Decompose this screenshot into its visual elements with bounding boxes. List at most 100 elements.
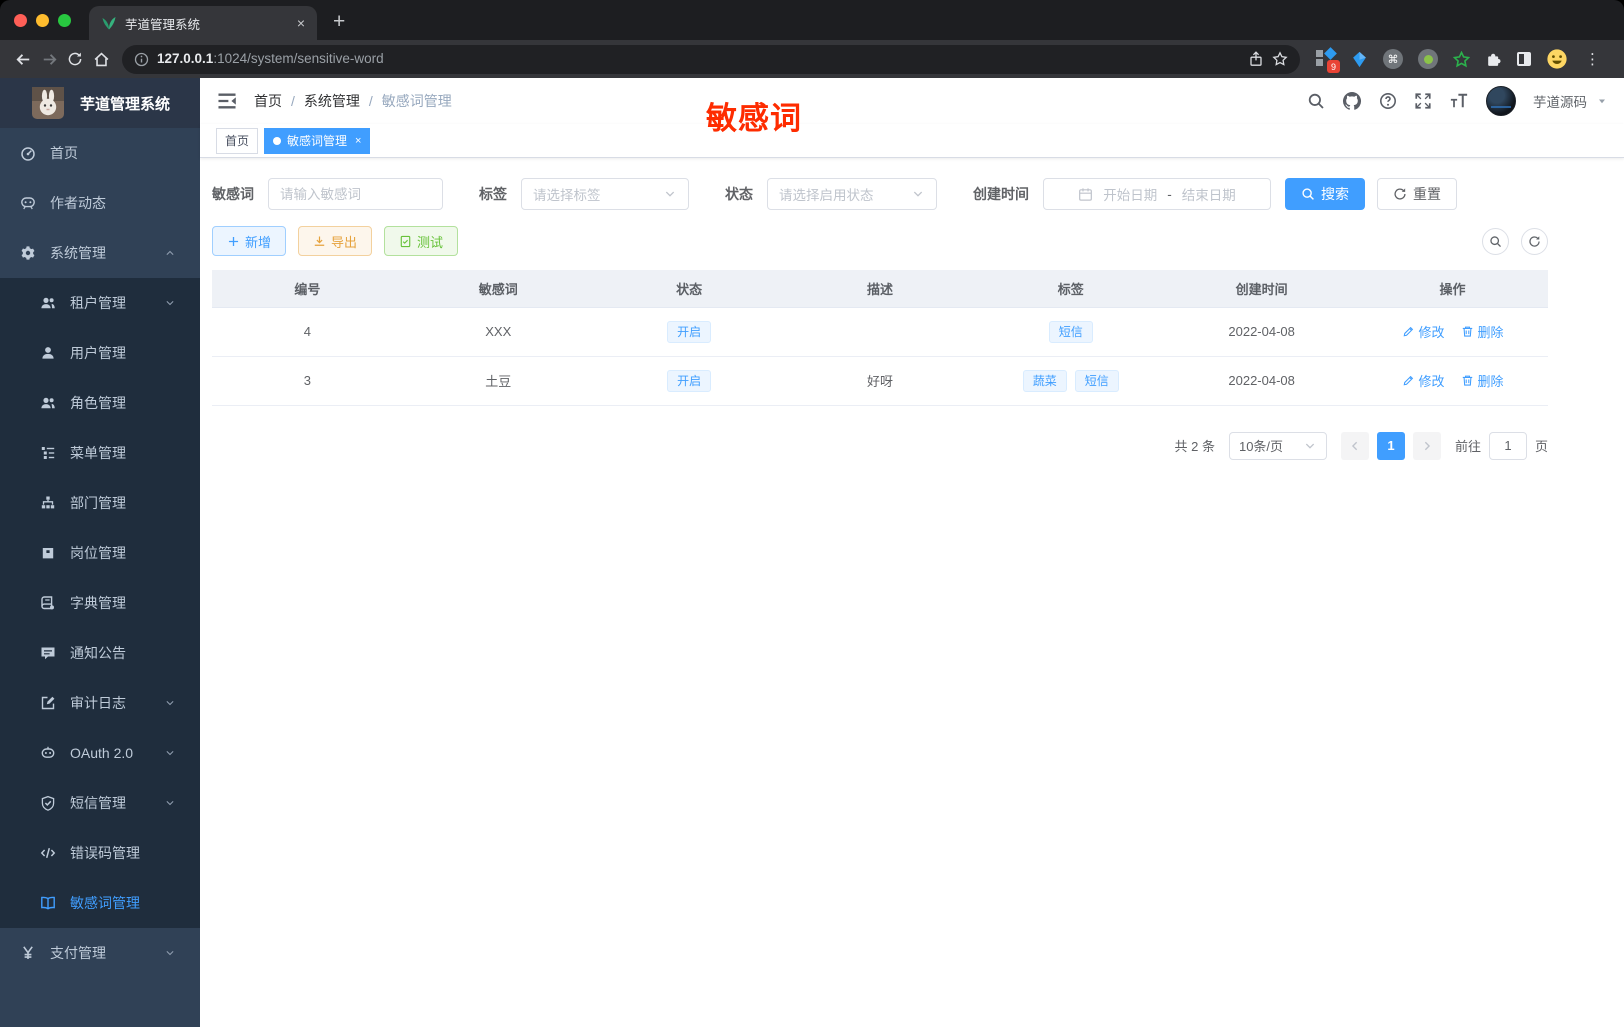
breadcrumb-home[interactable]: 首页 <box>254 91 282 111</box>
status-label: 状态 <box>725 186 753 202</box>
fullscreen-icon[interactable] <box>1414 92 1432 110</box>
help-icon[interactable] <box>1379 92 1397 110</box>
reload-icon[interactable] <box>62 46 88 72</box>
reset-button[interactable]: 重置 <box>1377 178 1457 210</box>
page-number-1[interactable]: 1 <box>1376 431 1405 460</box>
maximize-window-button[interactable] <box>58 14 71 27</box>
status-select[interactable]: 请选择启用状态 <box>767 178 937 210</box>
header-search-icon[interactable] <box>1307 92 1325 110</box>
back-icon[interactable] <box>10 46 36 72</box>
col-description: 描述 <box>784 270 976 308</box>
sidebar-item-error-code[interactable]: 错误码管理 <box>0 828 200 878</box>
page-unit-label: 页 <box>1534 439 1548 454</box>
favicon-leaf-icon <box>101 15 117 31</box>
navbar: 首页 / 系统管理 / 敏感词管理 芋道源码 <box>200 78 1624 124</box>
tab-manager-extension-icon[interactable]: 9 <box>1316 47 1340 73</box>
sidebar-item-sms[interactable]: 短信管理 <box>0 778 200 828</box>
log-icon <box>40 695 56 711</box>
extensions-puzzle-icon[interactable] <box>1485 51 1502 68</box>
font-size-icon[interactable] <box>1449 91 1469 111</box>
date-range-picker[interactable]: 开始日期 - 结束日期 <box>1043 178 1271 210</box>
edit-link[interactable]: 修改 <box>1402 371 1445 390</box>
filter-form: 敏感词 标签 请选择标签 状态 <box>212 178 1548 210</box>
delete-link[interactable]: 删除 <box>1461 322 1504 341</box>
sidebar-item-department[interactable]: 部门管理 <box>0 478 200 528</box>
user-icon <box>40 345 56 361</box>
breadcrumb: 首页 / 系统管理 / 敏感词管理 <box>254 91 452 111</box>
sidebar-item-author-news[interactable]: 作者动态 <box>0 178 200 228</box>
address-bar[interactable]: 127.0.0.1:1024/system/sensitive-word <box>122 44 1300 74</box>
home-icon[interactable] <box>88 46 114 72</box>
user-menu-caret-icon[interactable] <box>1596 95 1608 107</box>
browser-menu-icon[interactable]: ⋮ <box>1583 50 1606 68</box>
dictionary-icon <box>40 595 56 611</box>
next-page-button[interactable] <box>1412 431 1441 460</box>
document-check-icon <box>399 235 412 248</box>
chevron-down-icon <box>164 797 176 809</box>
prev-page-button[interactable] <box>1340 431 1369 460</box>
test-button[interactable]: 测试 <box>384 226 459 256</box>
tab-close-icon[interactable]: × <box>297 16 305 30</box>
keyword-input-wrap <box>268 178 443 210</box>
bookmark-star-icon[interactable] <box>1272 51 1288 67</box>
tag-sensitive-word[interactable]: 敏感词管理 × <box>264 127 371 154</box>
browser-tab-strip: 芋道管理系统 × + <box>0 0 1624 40</box>
forward-icon[interactable] <box>36 46 62 72</box>
side-panel-icon[interactable] <box>1517 52 1531 66</box>
sidebar-item-payment[interactable]: 支付管理 <box>0 928 200 978</box>
user-avatar[interactable] <box>1486 86 1516 116</box>
sidebar-item-role[interactable]: 角色管理 <box>0 378 200 428</box>
keyword-input[interactable] <box>280 186 431 202</box>
sidebar-item-audit-log[interactable]: 审计日志 <box>0 678 200 728</box>
col-tags: 标签 <box>975 270 1167 308</box>
sidebar-item-post[interactable]: 岗位管理 <box>0 528 200 578</box>
collapse-sidebar-icon[interactable] <box>216 90 238 112</box>
goto-page-input[interactable] <box>1488 431 1527 460</box>
chat-icon <box>20 195 36 211</box>
export-button[interactable]: 导出 <box>298 226 373 256</box>
sidebar-item-sensitive-word[interactable]: 敏感词管理 <box>0 878 200 928</box>
chevron-down-icon <box>164 947 176 959</box>
sidebar-item-dict[interactable]: 字典管理 <box>0 578 200 628</box>
browser-tab[interactable]: 芋道管理系统 × <box>89 6 317 40</box>
sidebar-item-oauth[interactable]: OAuth 2.0 <box>0 728 200 778</box>
tag-close-icon[interactable]: × <box>355 135 361 147</box>
sidebar-item-menu[interactable]: 菜单管理 <box>0 428 200 478</box>
sensitive-word-table: 编号 敏感词 状态 描述 标签 创建时间 操作 4 XXX 开启 短信 2022… <box>212 270 1548 406</box>
sidebar-item-tenant[interactable]: 租户管理 <box>0 278 200 328</box>
total-count: 共 2 条 <box>1174 439 1215 454</box>
chevron-up-icon <box>164 247 176 259</box>
minimize-window-button[interactable] <box>36 14 49 27</box>
recorder-extension-icon[interactable] <box>1418 49 1438 69</box>
sidebar-item-notice[interactable]: 通知公告 <box>0 628 200 678</box>
close-window-button[interactable] <box>14 14 27 27</box>
tag-home[interactable]: 首页 <box>216 127 259 154</box>
tag-select[interactable]: 请选择标签 <box>521 178 689 210</box>
page-size-select[interactable]: 10条/页 <box>1228 431 1327 460</box>
share-icon[interactable] <box>1248 51 1264 67</box>
refresh-table-button[interactable] <box>1521 227 1548 255</box>
new-tab-button[interactable]: + <box>333 10 345 34</box>
add-button[interactable]: 新增 <box>212 226 287 256</box>
trash-icon <box>1461 374 1474 387</box>
delete-link[interactable]: 删除 <box>1461 371 1504 390</box>
command-extension-icon[interactable]: ⌘ <box>1383 49 1403 69</box>
username[interactable]: 芋道源码 <box>1533 91 1587 111</box>
edit-link[interactable]: 修改 <box>1402 322 1445 341</box>
macos-window-controls <box>14 14 71 27</box>
sidebar-item-user[interactable]: 用户管理 <box>0 328 200 378</box>
search-button[interactable]: 搜索 <box>1285 178 1365 210</box>
breadcrumb-system[interactable]: 系统管理 <box>304 91 360 111</box>
profile-avatar-emoji[interactable] <box>1546 48 1568 70</box>
sidebar-item-home[interactable]: 首页 <box>0 128 200 178</box>
toggle-search-button[interactable] <box>1482 227 1509 255</box>
kite-extension-icon[interactable] <box>1351 51 1368 68</box>
github-icon[interactable] <box>1342 91 1362 111</box>
cell-created: 2022-04-08 <box>1166 356 1358 406</box>
green-star-extension-icon[interactable] <box>1453 51 1470 68</box>
dashboard-icon <box>20 145 36 161</box>
cell-description: 好呀 <box>784 356 976 406</box>
sidebar-item-system[interactable]: 系统管理 <box>0 228 200 278</box>
site-info-icon[interactable] <box>134 52 149 67</box>
code-icon <box>40 845 56 861</box>
